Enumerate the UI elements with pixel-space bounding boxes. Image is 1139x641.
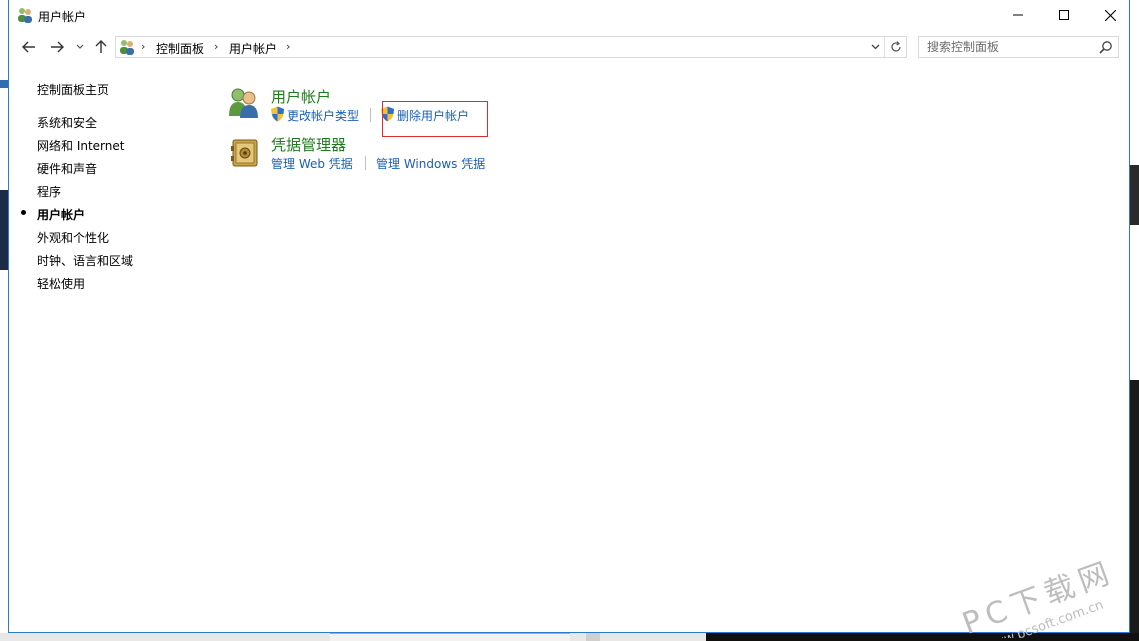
search-input[interactable] <box>919 37 1094 57</box>
uac-shield-icon <box>271 106 284 122</box>
title-bar: 用户帐户 <box>9 0 1129 30</box>
maximize-icon <box>1059 10 1069 20</box>
category-title-user-accounts[interactable]: 用户帐户 <box>271 86 331 107</box>
sidebar-item-clock-language[interactable]: 时钟、语言和区域 <box>37 252 133 269</box>
change-account-type-link[interactable]: 更改帐户类型 <box>287 107 359 124</box>
address-box[interactable]: › 控制面板 › 用户帐户 › <box>115 36 907 58</box>
desktop-fragment <box>0 80 8 88</box>
chevron-down-icon <box>76 44 84 49</box>
window-title: 用户帐户 <box>38 10 87 24</box>
up-button[interactable] <box>91 34 111 60</box>
refresh-icon <box>890 41 901 52</box>
arrow-right-icon <box>51 41 64 53</box>
back-button[interactable] <box>17 34 41 60</box>
control-panel-icon <box>120 40 134 55</box>
desktop-background-bottom <box>0 633 1139 641</box>
arrow-left-icon <box>22 41 35 53</box>
vault-icon[interactable] <box>229 136 261 168</box>
maximize-button[interactable] <box>1041 0 1087 30</box>
minimize-button[interactable] <box>995 0 1041 30</box>
chevron-right-icon[interactable]: › <box>286 40 290 53</box>
category-title-credential-manager[interactable]: 凭据管理器 <box>271 134 346 155</box>
sidebar-item-system-security[interactable]: 系统和安全 <box>37 114 97 131</box>
control-panel-window: 用户帐户 › 控制面板 › 用户帐户 › 搜索控制面板 控制面板主页 系统和安全… <box>8 0 1130 633</box>
arrow-up-icon <box>95 40 107 53</box>
link-separator <box>365 156 366 170</box>
users-icon[interactable] <box>227 86 259 118</box>
desktop-background-left <box>0 0 8 641</box>
sidebar-item-network-internet[interactable]: 网络和 Internet <box>37 137 124 154</box>
desktop-fragment <box>0 190 8 270</box>
desktop-background-right <box>1130 0 1139 641</box>
breadcrumb-user-accounts[interactable]: 用户帐户 <box>229 40 277 57</box>
manage-windows-credentials-link[interactable]: 管理 Windows 凭据 <box>376 155 485 172</box>
address-bar-row: › 控制面板 › 用户帐户 › <box>9 34 1129 60</box>
sidebar-item-hardware-sound[interactable]: 硬件和声音 <box>37 160 97 177</box>
minimize-icon <box>1013 14 1023 16</box>
sidebar-item-user-accounts[interactable]: 用户帐户 <box>37 206 85 223</box>
chevron-right-icon[interactable]: › <box>214 40 218 53</box>
desktop-fragment <box>586 633 600 641</box>
annotation-highlight-box <box>382 101 488 137</box>
active-bullet-icon <box>21 210 26 215</box>
users-icon <box>18 8 32 23</box>
sidebar-home-link[interactable]: 控制面板主页 <box>37 81 109 98</box>
forward-button[interactable] <box>45 34 69 60</box>
recent-locations-button[interactable] <box>73 34 87 60</box>
desktop-fragment <box>1130 165 1139 225</box>
chevron-down-icon <box>871 44 879 50</box>
desktop-fragment <box>1130 380 1139 633</box>
search-box[interactable] <box>918 36 1119 58</box>
chevron-right-icon[interactable]: › <box>141 40 145 53</box>
refresh-button[interactable] <box>884 37 906 57</box>
desktop-fragment <box>706 633 1139 641</box>
search-icon[interactable] <box>1099 40 1113 54</box>
manage-web-credentials-link[interactable]: 管理 Web 凭据 <box>271 155 353 172</box>
sidebar-item-appearance[interactable]: 外观和个性化 <box>37 229 109 246</box>
sidebar-item-ease-of-access[interactable]: 轻松使用 <box>37 275 85 292</box>
link-separator <box>370 108 371 122</box>
close-button[interactable] <box>1087 0 1133 30</box>
desktop-fragment <box>330 633 570 641</box>
breadcrumb-control-panel[interactable]: 控制面板 <box>156 40 204 57</box>
address-dropdown-button[interactable] <box>866 37 884 57</box>
sidebar-item-programs[interactable]: 程序 <box>37 183 61 200</box>
close-icon <box>1104 9 1116 21</box>
